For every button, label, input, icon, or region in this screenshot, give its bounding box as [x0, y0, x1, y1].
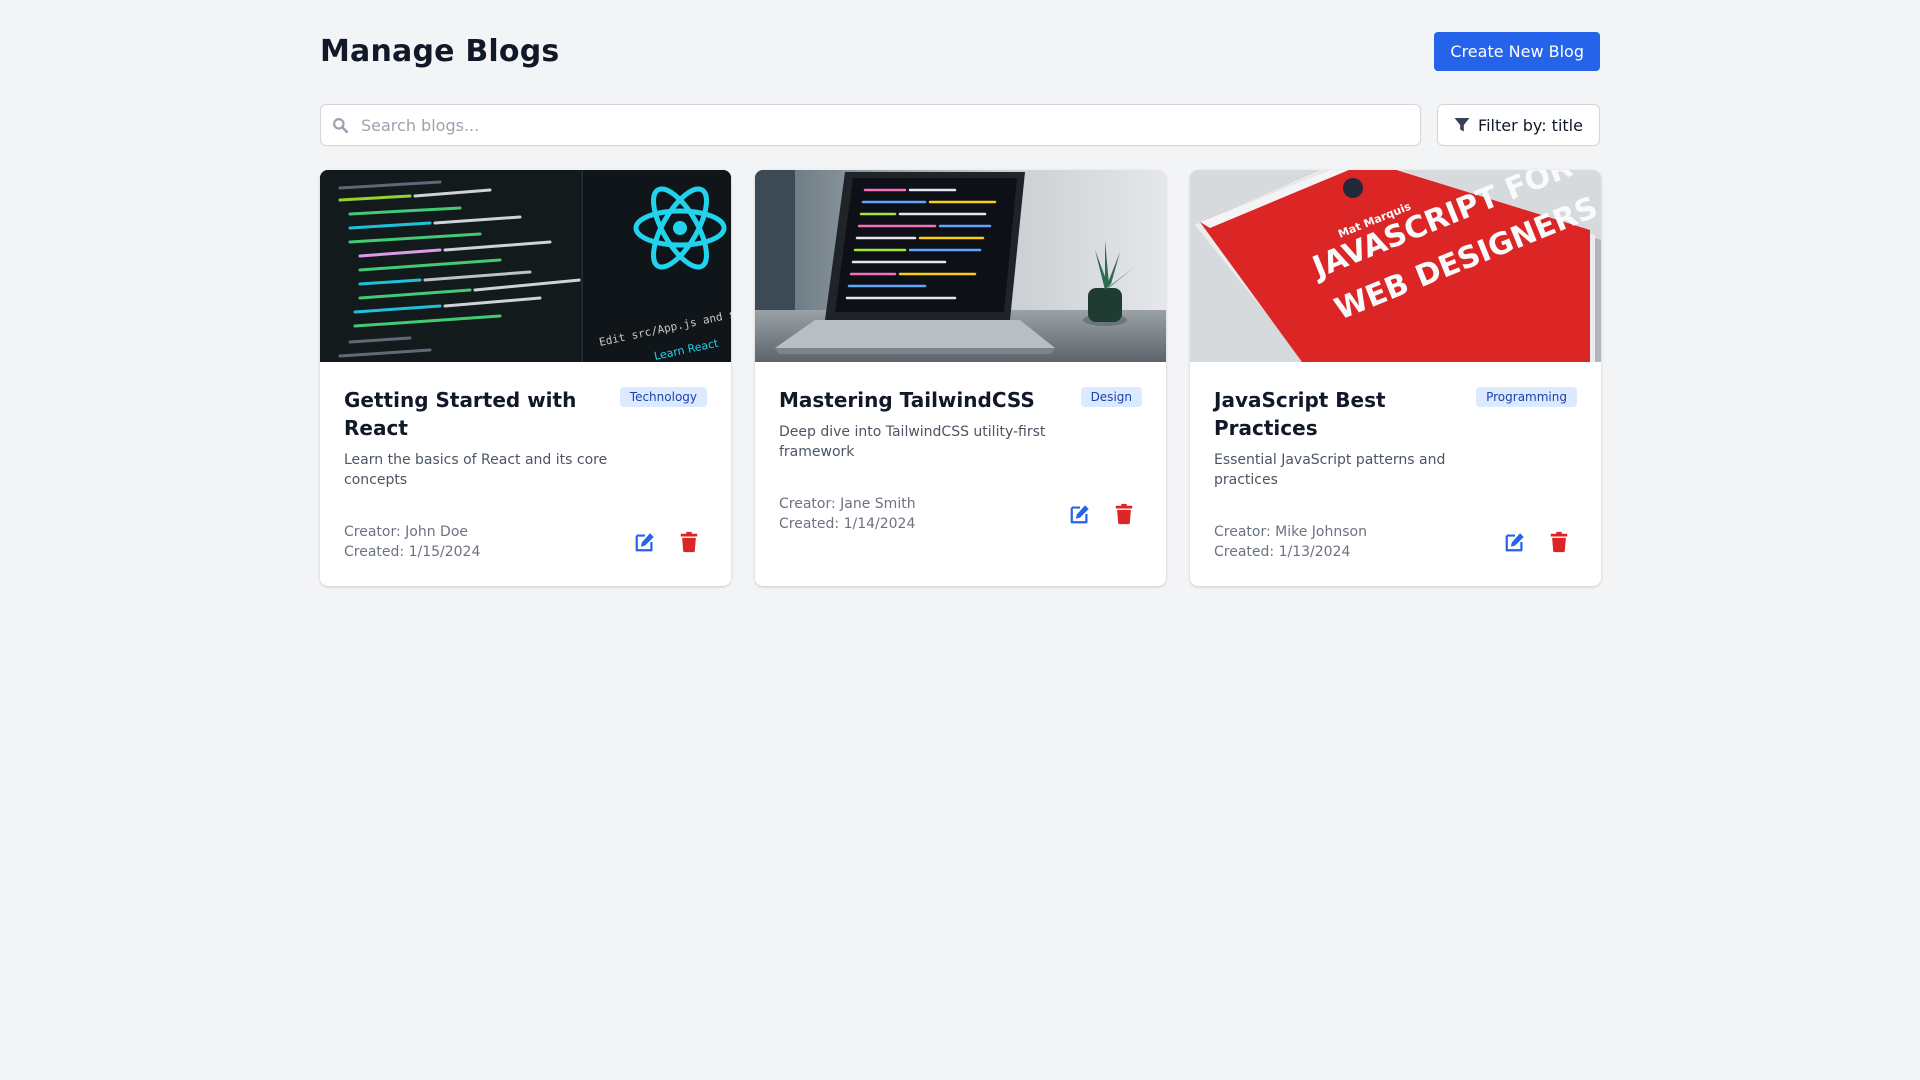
blog-description: Essential JavaScript patterns and practi…	[1214, 452, 1446, 488]
blog-meta: Creator: John Doe Created: 1/15/2024	[344, 522, 480, 562]
category-badge: Technology	[619, 387, 707, 407]
blog-title[interactable]: Getting Started with React	[344, 386, 604, 442]
blog-card-footer: Creator: Mike Johnson Created: 1/13/2024	[1214, 522, 1577, 562]
edit-icon	[1505, 533, 1524, 552]
blog-actions	[633, 530, 701, 554]
blog-meta: Creator: Jane Smith Created: 1/14/2024	[779, 494, 916, 534]
blog-card-header: Mastering TailwindCSS Design	[779, 386, 1142, 414]
blog-card-body: Mastering TailwindCSS Design Deep dive i…	[755, 362, 1166, 558]
filter-button[interactable]: Filter by: title	[1437, 104, 1600, 146]
blog-card-footer: Creator: Jane Smith Created: 1/14/2024	[779, 494, 1142, 534]
blog-manager: Manage Blogs Create New Blog Filter by: …	[320, 0, 1601, 586]
blog-description: Learn the basics of React and its core c…	[344, 452, 608, 488]
search-bar	[320, 104, 1421, 146]
trash-icon	[1550, 531, 1568, 553]
blog-card-header: JavaScript Best Practices Programming	[1214, 386, 1577, 442]
blog-title[interactable]: Mastering TailwindCSS	[779, 386, 1039, 414]
blog-card-body: JavaScript Best Practices Programming Es…	[1190, 362, 1601, 586]
blog-card: Edit src/App.js and save Learn React Get…	[320, 170, 731, 586]
blog-creator: Creator: Mike Johnson	[1214, 524, 1367, 540]
category-badge: Design	[1080, 387, 1142, 407]
delete-button[interactable]	[677, 530, 701, 554]
edit-icon	[635, 533, 654, 552]
search-input[interactable]	[320, 104, 1421, 146]
blog-created-date: Created: 1/13/2024	[1214, 544, 1351, 560]
blog-created-date: Created: 1/15/2024	[344, 544, 481, 560]
page-header: Manage Blogs Create New Blog	[320, 32, 1600, 71]
delete-button[interactable]	[1547, 530, 1571, 554]
filter-label: Filter by: title	[1478, 115, 1583, 135]
blog-description: Deep dive into TailwindCSS utility-first…	[779, 424, 1046, 460]
blog-meta: Creator: Mike Johnson Created: 1/13/2024	[1214, 522, 1367, 562]
edit-button[interactable]	[1503, 530, 1527, 554]
edit-button[interactable]	[633, 530, 657, 554]
blog-card: JAVASCRIPT FOR WEB DESIGNERS Mat Marquis…	[1190, 170, 1601, 586]
delete-button[interactable]	[1112, 502, 1136, 526]
edit-icon	[1070, 505, 1089, 524]
trash-icon	[680, 531, 698, 553]
blog-created-date: Created: 1/14/2024	[779, 516, 916, 532]
filter-icon	[1454, 118, 1470, 132]
blog-title[interactable]: JavaScript Best Practices	[1214, 386, 1474, 442]
blog-actions	[1068, 502, 1136, 526]
blog-card: Mastering TailwindCSS Design Deep dive i…	[755, 170, 1166, 586]
blog-grid: Edit src/App.js and save Learn React Get…	[320, 170, 1601, 586]
category-badge: Programming	[1476, 387, 1577, 407]
create-blog-button[interactable]: Create New Blog	[1434, 32, 1600, 71]
blog-image-react-code: Edit src/App.js and save Learn React	[320, 170, 731, 362]
blog-card-body: Getting Started with React Technology Le…	[320, 362, 731, 586]
edit-button[interactable]	[1068, 502, 1092, 526]
blog-image-laptop-code	[755, 170, 1166, 362]
search-icon	[333, 118, 349, 134]
toolbar: Filter by: title	[320, 104, 1600, 146]
blog-actions	[1503, 530, 1571, 554]
page-title: Manage Blogs	[320, 34, 560, 69]
blog-creator: Creator: Jane Smith	[779, 496, 916, 512]
blog-card-footer: Creator: John Doe Created: 1/15/2024	[344, 522, 707, 562]
blog-image-javascript-book: JAVASCRIPT FOR WEB DESIGNERS Mat Marquis	[1190, 170, 1601, 362]
blog-creator: Creator: John Doe	[344, 524, 468, 540]
trash-icon	[1115, 503, 1133, 525]
blog-card-header: Getting Started with React Technology	[344, 386, 707, 442]
